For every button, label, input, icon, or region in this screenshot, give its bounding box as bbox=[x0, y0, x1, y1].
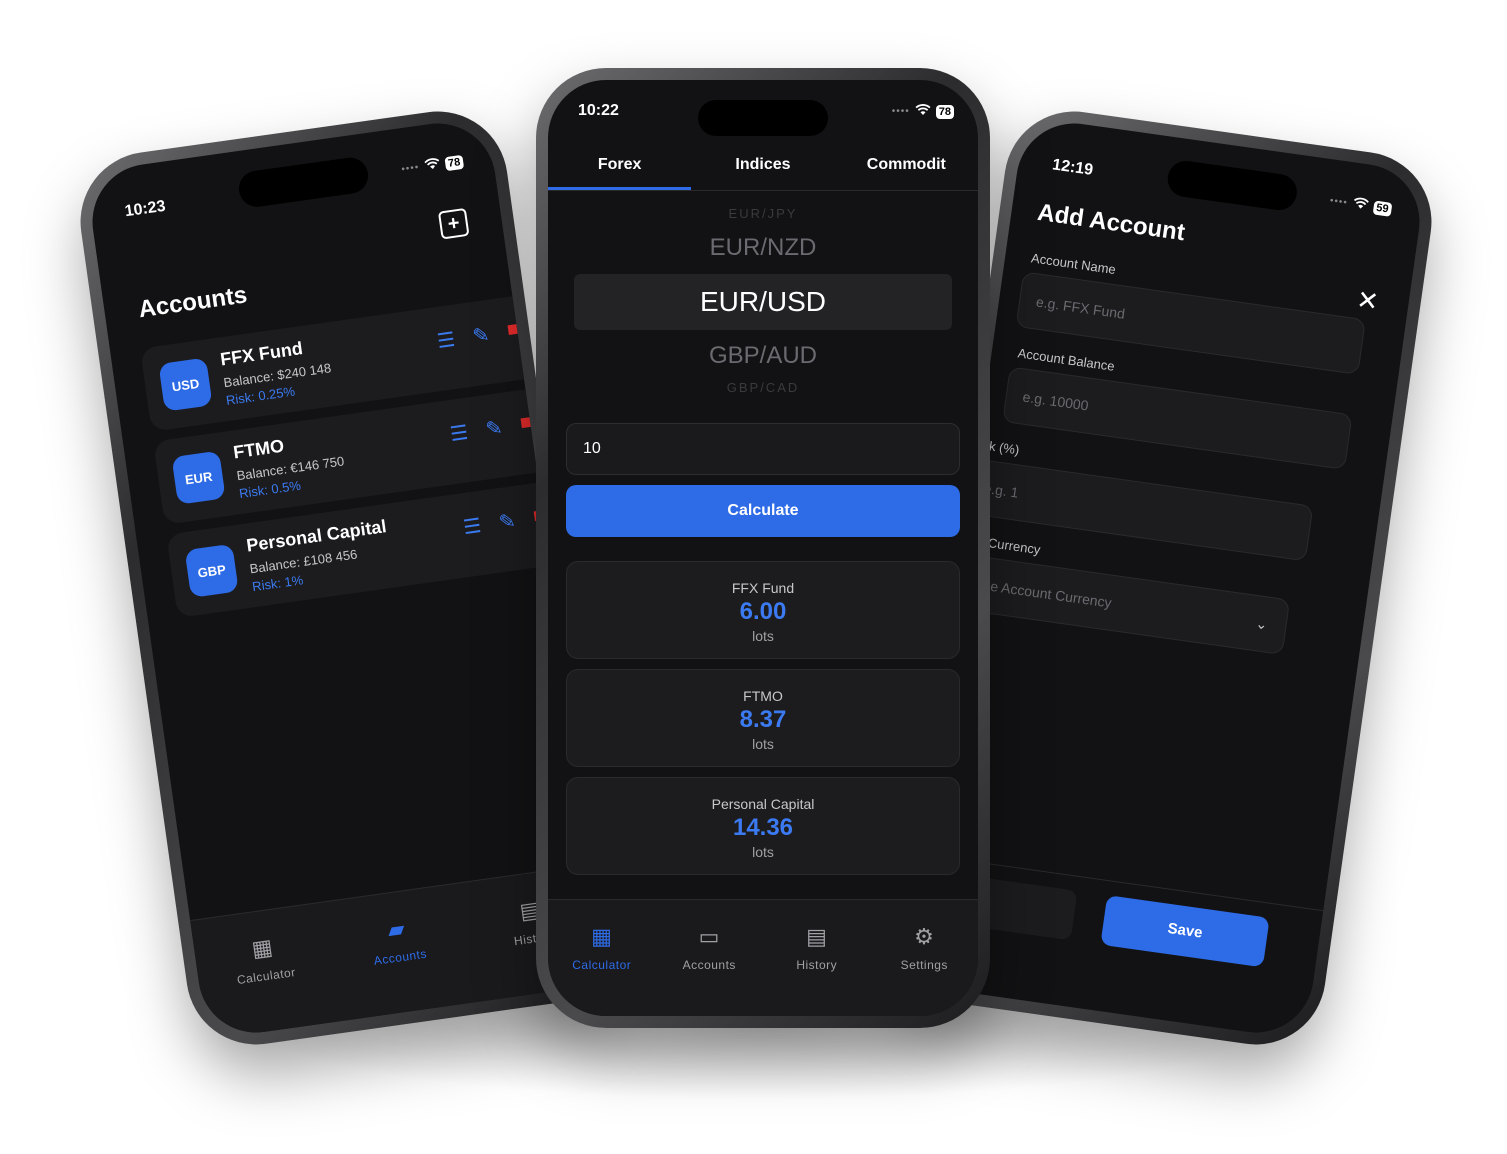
picker-option[interactable]: GBP/CAD bbox=[548, 380, 978, 395]
sliders-icon[interactable]: ☰ bbox=[449, 420, 470, 447]
status-icons: •••• 78 bbox=[892, 104, 954, 119]
placeholder: e.g. 10000 bbox=[1021, 388, 1090, 414]
picker-option[interactable]: GBP/AUD bbox=[548, 342, 978, 370]
result-unit: lots bbox=[752, 628, 774, 644]
result-account: Personal Capital bbox=[711, 796, 815, 812]
battery-icon: 78 bbox=[935, 104, 954, 119]
tab-label: Accounts bbox=[682, 958, 736, 972]
edit-icon[interactable]: ✎ bbox=[497, 508, 517, 535]
tab-label: Calculator bbox=[572, 958, 632, 972]
tab-indices[interactable]: Indices bbox=[691, 150, 834, 190]
chevron-down-icon: ⌄ bbox=[1254, 615, 1269, 633]
signal-icon: •••• bbox=[1329, 195, 1349, 209]
result-unit: lots bbox=[752, 736, 774, 752]
wallet-icon: ▭ bbox=[698, 924, 720, 949]
tab-bar: ▦ Calculator ▭ Accounts ▤ History ⚙ Sett… bbox=[548, 899, 978, 1016]
phone-calculator: 10:22 •••• 78 Forex Indices Commodit EUR… bbox=[536, 68, 990, 1028]
close-icon[interactable]: ✕ bbox=[1355, 284, 1381, 318]
account-risk: Risk: 1% bbox=[251, 572, 305, 595]
result-unit: lots bbox=[752, 844, 774, 860]
tab-accounts[interactable]: ▭ Accounts bbox=[656, 900, 764, 1016]
tab-label: Settings bbox=[900, 958, 948, 972]
add-account-icon[interactable]: + bbox=[437, 207, 470, 240]
currency-badge: GBP bbox=[184, 543, 239, 598]
edit-icon[interactable]: ✎ bbox=[471, 322, 491, 349]
calculate-button[interactable]: Calculate bbox=[566, 485, 960, 537]
wifi-icon bbox=[423, 157, 441, 174]
result-value: 14.36 bbox=[732, 814, 794, 841]
calculator-icon: ▦ bbox=[250, 934, 275, 962]
delete-icon[interactable]: ■ bbox=[505, 318, 520, 344]
tab-commodities[interactable]: Commodit bbox=[835, 150, 978, 190]
account-name: FTMO bbox=[232, 435, 286, 463]
status-time: 10:22 bbox=[578, 102, 619, 119]
tab-calculator[interactable]: ▦ Calculator bbox=[190, 902, 341, 1040]
market-segments: Forex Indices Commodit bbox=[548, 150, 978, 191]
currency-badge: USD bbox=[158, 357, 213, 412]
signal-icon: •••• bbox=[891, 106, 910, 117]
result-value: 6.00 bbox=[739, 598, 787, 625]
picker-selected[interactable]: EUR/USD bbox=[548, 286, 978, 318]
status-icons: •••• 59 bbox=[1329, 193, 1393, 217]
placeholder: e.g. FFX Fund bbox=[1035, 293, 1126, 322]
sliders-icon[interactable]: ☰ bbox=[435, 327, 457, 354]
delete-icon[interactable]: ■ bbox=[519, 411, 534, 437]
pair-picker[interactable]: EUR/JPY EUR/NZD EUR/USD GBP/AUD GBP/CAD bbox=[548, 202, 978, 402]
tab-label: History bbox=[796, 958, 838, 972]
result-card: Personal Capital 14.36 lots bbox=[566, 777, 960, 875]
result-account: FTMO bbox=[743, 688, 783, 704]
accounts-screen: 10:23 •••• 78 + Accounts USD FFX Fund Ba… bbox=[85, 116, 609, 1040]
account-balance-field[interactable]: e.g. 10000 bbox=[1002, 366, 1353, 470]
tab-history[interactable]: ▤ History bbox=[763, 900, 871, 1016]
result-card: FFX Fund 6.00 lots bbox=[566, 561, 960, 659]
dynamic-island bbox=[236, 155, 371, 210]
tab-accounts[interactable]: ▰ Accounts bbox=[324, 883, 475, 1021]
page-title: Accounts bbox=[136, 281, 249, 324]
inbox-icon: ▤ bbox=[806, 924, 828, 949]
picker-option[interactable]: EUR/JPY bbox=[548, 206, 978, 221]
tab-forex[interactable]: Forex bbox=[548, 150, 692, 190]
wifi-icon bbox=[1352, 197, 1370, 214]
account-name: Personal Capital bbox=[245, 516, 388, 556]
stop-loss-input[interactable]: 10 bbox=[566, 423, 960, 475]
picker-option[interactable]: EUR/NZD bbox=[548, 234, 978, 262]
calculator-icon: ▦ bbox=[591, 924, 613, 949]
gear-icon: ⚙ bbox=[914, 924, 935, 949]
edit-icon[interactable]: ✎ bbox=[484, 415, 504, 442]
dynamic-island bbox=[1165, 158, 1300, 213]
battery-icon: 78 bbox=[444, 154, 465, 171]
signal-icon: •••• bbox=[400, 161, 421, 176]
wallet-icon: ▰ bbox=[385, 915, 407, 943]
status-icons: •••• 78 bbox=[400, 154, 465, 178]
tab-settings[interactable]: ⚙ Settings bbox=[871, 900, 979, 1016]
save-button[interactable]: Save bbox=[1100, 895, 1270, 968]
currency-select[interactable]: hoose Account Currency ⌄ bbox=[939, 551, 1291, 656]
tab-calculator[interactable]: ▦ Calculator bbox=[548, 900, 656, 1016]
status-time: 10:23 bbox=[123, 197, 167, 221]
result-card: FTMO 8.37 lots bbox=[566, 669, 960, 767]
dynamic-island bbox=[698, 100, 828, 136]
account-actions: ☰ ✎ ■ bbox=[449, 411, 534, 447]
wifi-icon bbox=[915, 104, 931, 119]
result-account: FFX Fund bbox=[731, 580, 795, 596]
calculator-screen: 10:22 •••• 78 Forex Indices Commodit EUR… bbox=[548, 80, 978, 1016]
tab-label: Calculator bbox=[236, 965, 297, 988]
sliders-icon[interactable]: ☰ bbox=[462, 513, 483, 540]
page-title: Add Account bbox=[1035, 198, 1187, 247]
currency-badge: EUR bbox=[171, 450, 226, 505]
account-actions: ☰ ✎ ■ bbox=[435, 318, 521, 354]
result-value: 8.37 bbox=[739, 706, 787, 733]
battery-icon: 59 bbox=[1372, 199, 1393, 217]
tab-label: Accounts bbox=[372, 946, 428, 968]
field-label: Account Name bbox=[1030, 250, 1117, 278]
account-actions: ☰ ✎ ■ bbox=[462, 504, 547, 540]
status-time: 12:19 bbox=[1051, 156, 1095, 179]
